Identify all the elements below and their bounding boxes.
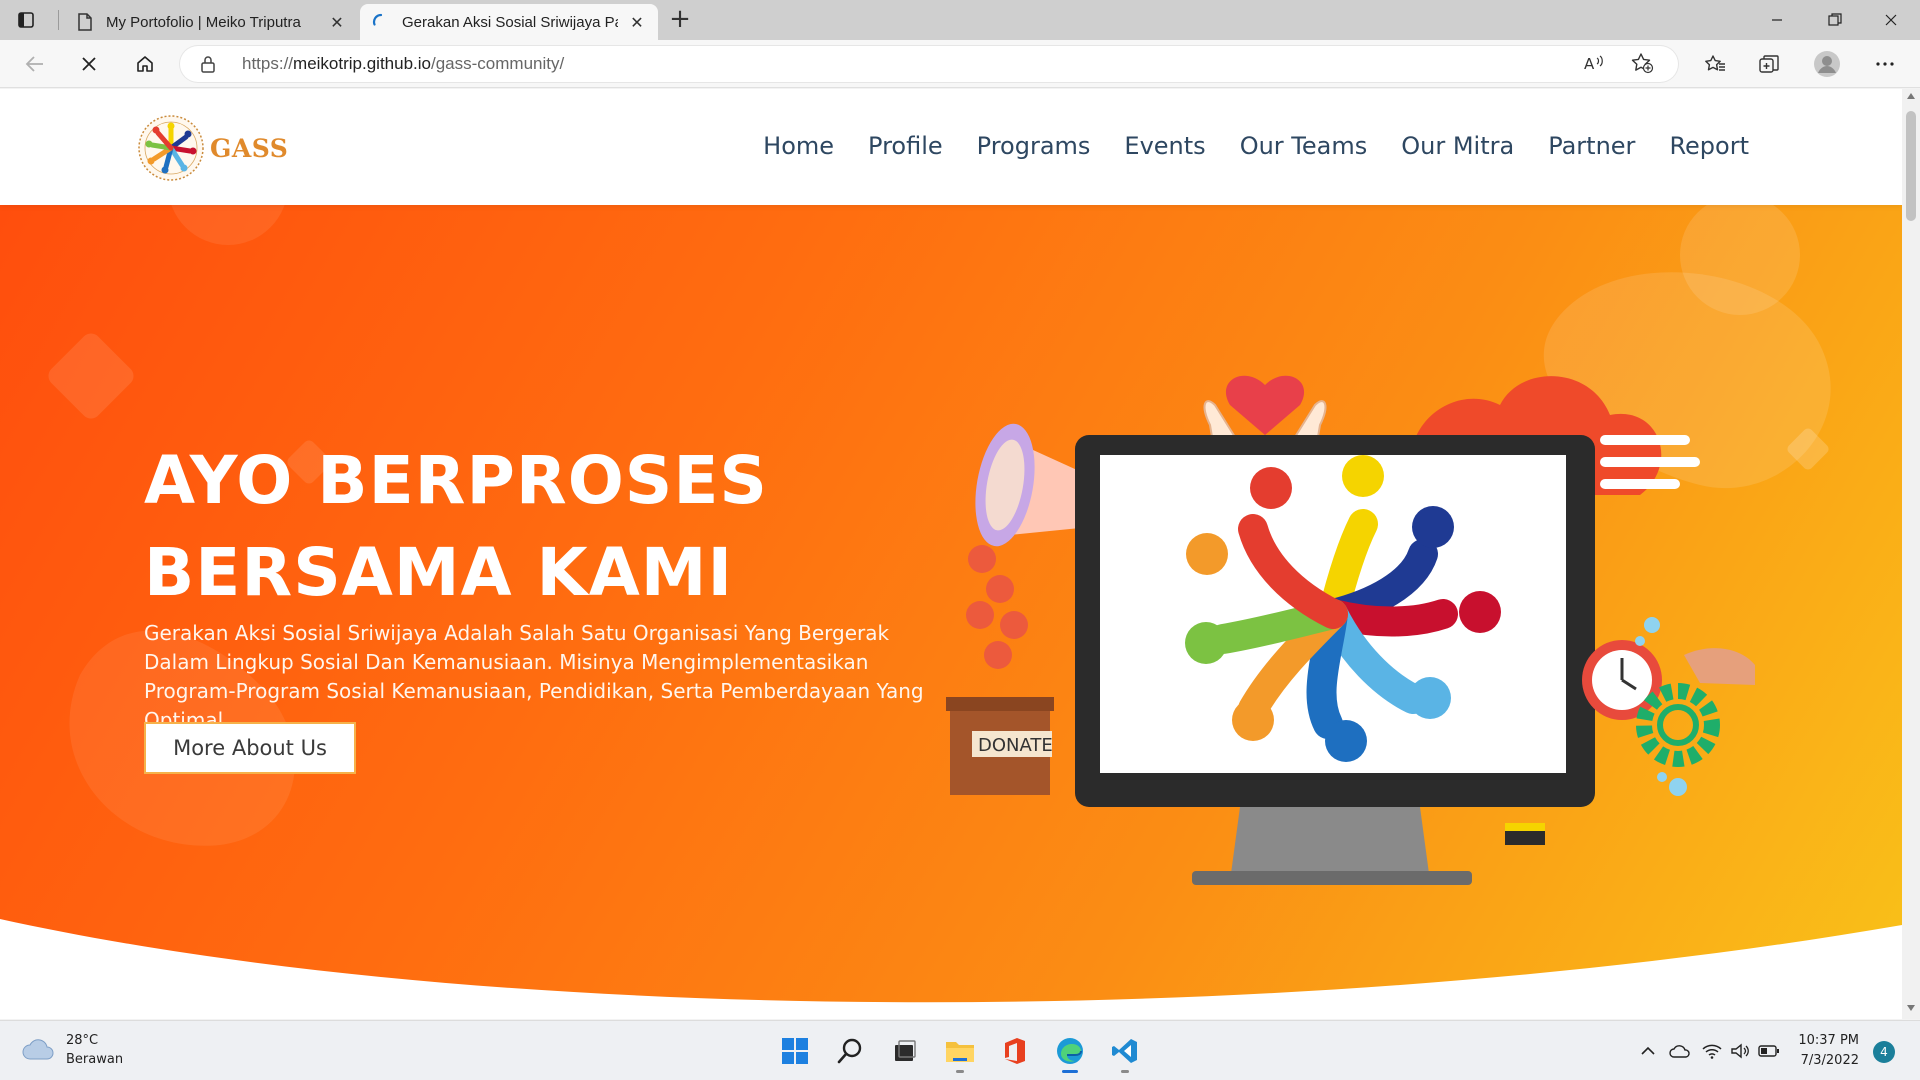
nav-home[interactable]: Home <box>746 129 851 163</box>
running-indicator <box>1121 1070 1129 1073</box>
tab-gass[interactable]: Gerakan Aksi Sosial Sriwijaya Pag ✕ <box>360 4 658 40</box>
volume-icon[interactable] <box>1728 1039 1752 1063</box>
tab-title: My Portofolio | Meiko Triputra <box>106 13 301 31</box>
donate-label: DONATE <box>978 735 1053 756</box>
tab-strip: My Portofolio | Meiko Triputra ✕ Gerakan… <box>0 0 1920 40</box>
hero-description: Gerakan Aksi Sosial Sriwijaya Adalah Sal… <box>144 621 924 732</box>
url-scheme: https:// <box>242 54 294 73</box>
tab-separator <box>58 10 59 30</box>
more-about-us-button[interactable]: More About Us <box>144 722 356 774</box>
wifi-icon[interactable] <box>1700 1039 1724 1063</box>
close-icon[interactable]: ✕ <box>628 13 646 32</box>
nav-our-teams[interactable]: Our Teams <box>1223 129 1385 163</box>
collections-icon[interactable] <box>1752 48 1786 80</box>
onedrive-icon[interactable] <box>1668 1039 1692 1063</box>
add-favorite-icon[interactable] <box>1630 52 1656 76</box>
weather-desc: Berawan <box>66 1052 124 1067</box>
gass-logo-icon <box>138 115 204 181</box>
scroll-up-icon[interactable] <box>1907 93 1915 99</box>
page-icon <box>76 13 94 31</box>
start-icon[interactable] <box>775 1031 815 1071</box>
hero-title: AYO BERPROSES BERSAMA KAMI <box>144 435 1004 619</box>
chevron-up-icon[interactable] <box>1638 1039 1658 1063</box>
minimize-icon[interactable] <box>1748 0 1806 40</box>
weather-temp: 28°C <box>66 1033 99 1048</box>
tab-portfolio[interactable]: My Portofolio | Meiko Triputra ✕ <box>64 4 358 40</box>
main-nav: Home Profile Programs Events Our Teams O… <box>746 129 1766 163</box>
back-icon[interactable] <box>18 48 52 80</box>
scroll-down-icon[interactable] <box>1907 1005 1915 1011</box>
weather-text: 28°C Berawan <box>66 1031 123 1069</box>
hero-illustration: DONATE <box>946 375 1755 885</box>
nav-events[interactable]: Events <box>1107 129 1222 163</box>
svg-text:A: A <box>1584 55 1595 73</box>
close-icon[interactable]: ✕ <box>328 13 346 32</box>
address-bar[interactable]: https://meikotrip.github.io/gass-communi… <box>180 46 1678 82</box>
nav-profile[interactable]: Profile <box>851 129 960 163</box>
page-viewport: GASS Home Profile Programs Events Our Te… <box>0 89 1902 1019</box>
weather-widget[interactable]: 28°C Berawan <box>22 1031 123 1069</box>
windows-taskbar: 28°C Berawan 10:37 PM 7/3/2022 4 <box>0 1020 1920 1080</box>
url-path: /gass-community/ <box>431 54 565 73</box>
new-tab-button[interactable]: + <box>666 6 694 34</box>
logo-text: GASS <box>210 133 289 163</box>
maximize-icon[interactable] <box>1806 0 1864 40</box>
url-host: meikotrip.github.io <box>293 54 431 73</box>
tab-title: Gerakan Aksi Sosial Sriwijaya Pag <box>402 13 618 31</box>
lock-icon[interactable] <box>200 55 218 73</box>
hero-title-line-1: AYO BERPROSES <box>144 442 768 519</box>
battery-icon[interactable] <box>1756 1039 1782 1063</box>
edge-icon[interactable] <box>1050 1031 1090 1073</box>
clock-time: 10:37 PM <box>1798 1033 1859 1048</box>
scroll-thumb[interactable] <box>1906 111 1916 221</box>
hero-wave-divider <box>0 919 1902 1019</box>
clock-date: 7/3/2022 <box>1800 1053 1859 1068</box>
close-window-icon[interactable] <box>1862 0 1920 40</box>
home-icon[interactable] <box>128 48 162 80</box>
read-aloud-icon[interactable]: A <box>1582 52 1608 76</box>
running-indicator <box>956 1070 964 1073</box>
nav-report[interactable]: Report <box>1652 129 1766 163</box>
office-icon[interactable] <box>995 1031 1035 1071</box>
more-icon[interactable] <box>1868 48 1902 80</box>
active-app-indicator <box>1062 1070 1078 1073</box>
stop-icon[interactable] <box>72 48 106 80</box>
profile-avatar[interactable] <box>1810 48 1844 80</box>
favorites-icon[interactable] <box>1698 48 1732 80</box>
file-explorer-icon[interactable] <box>940 1031 980 1073</box>
site-logo[interactable]: GASS <box>136 113 288 183</box>
hero-section: AYO BERPROSES BERSAMA KAMI Gerakan Aksi … <box>0 205 1902 1019</box>
nav-programs[interactable]: Programs <box>960 129 1108 163</box>
notification-badge[interactable]: 4 <box>1873 1041 1895 1063</box>
task-view-icon[interactable] <box>885 1031 925 1071</box>
loading-spinner-icon <box>372 13 390 31</box>
hero-title-line-2: BERSAMA KAMI <box>144 534 734 611</box>
vscode-icon[interactable] <box>1105 1031 1145 1073</box>
url-text[interactable]: https://meikotrip.github.io/gass-communi… <box>242 54 564 74</box>
page-scrollbar[interactable] <box>1902 89 1920 1019</box>
nav-our-mitra[interactable]: Our Mitra <box>1384 129 1531 163</box>
search-icon[interactable] <box>830 1031 870 1071</box>
site-header: GASS Home Profile Programs Events Our Te… <box>0 89 1902 205</box>
clock[interactable]: 10:37 PM 7/3/2022 <box>1795 1031 1859 1071</box>
tab-actions-icon[interactable] <box>14 8 38 32</box>
nav-partner[interactable]: Partner <box>1531 129 1652 163</box>
cloud-icon <box>22 1039 54 1060</box>
address-toolbar: https://meikotrip.github.io/gass-communi… <box>0 40 1920 88</box>
